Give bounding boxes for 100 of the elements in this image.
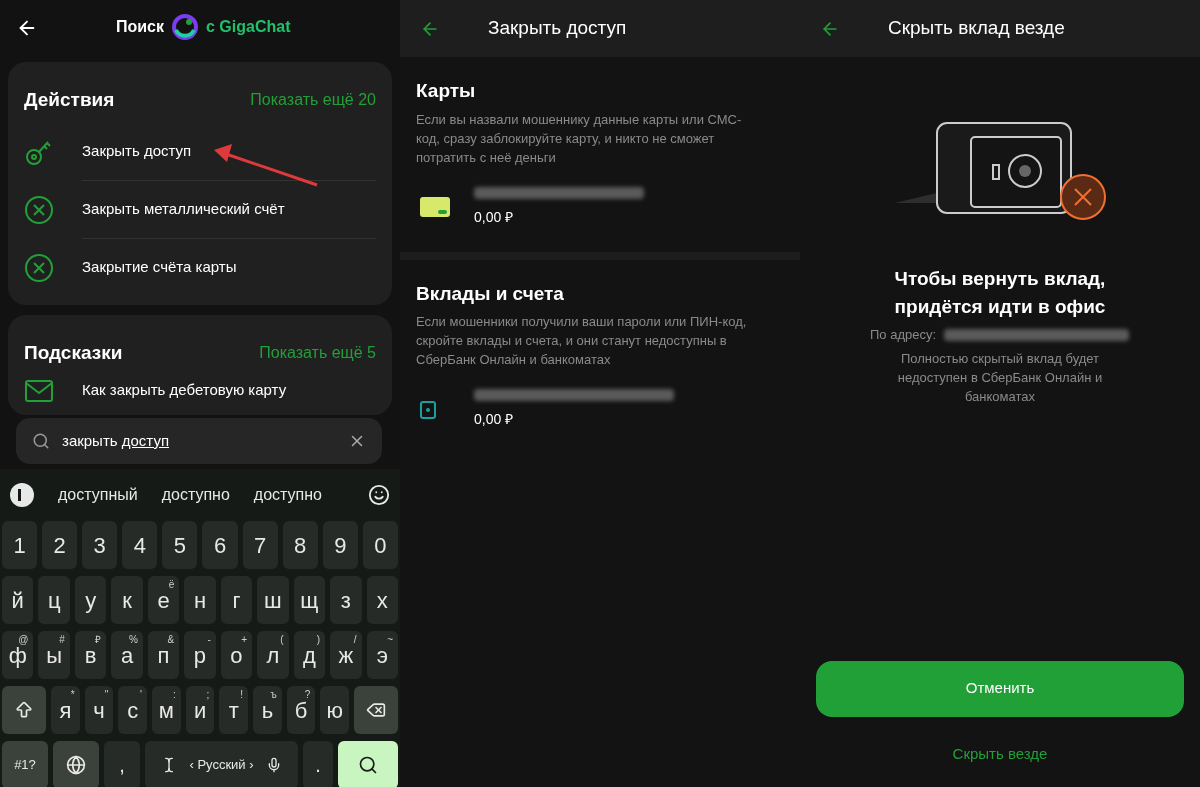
keyboard-key[interactable]: щ	[293, 576, 326, 624]
keyboard-key[interactable]: ю	[320, 686, 350, 734]
shift-icon	[14, 700, 34, 720]
comma-key[interactable]: ,	[104, 741, 140, 787]
key-hint: (	[280, 633, 284, 647]
word-suggestion[interactable]: доступно	[161, 483, 230, 507]
key-hint: ?	[304, 688, 311, 701]
emoji-icon[interactable]	[368, 484, 390, 506]
key-hint: /	[353, 633, 357, 647]
search-key[interactable]	[338, 741, 398, 787]
yandex-logo[interactable]	[10, 483, 34, 507]
keyboard-key[interactable]: ч "	[84, 686, 114, 734]
action-label: Закрытие счёта карты	[82, 257, 237, 278]
keyboard-key[interactable]: ф @	[2, 631, 34, 679]
close-circle-icon	[24, 194, 54, 225]
search-field[interactable]: закрыть доступ	[16, 418, 382, 464]
keyboard-key[interactable]: 8	[282, 521, 318, 569]
hide-everywhere-link[interactable]: Скрыть везде	[952, 742, 1048, 765]
account-item[interactable]: 0,00 ₽	[416, 186, 784, 228]
keyboard-key[interactable]: д )	[293, 631, 326, 679]
space-key[interactable]: ‹ Русский ›	[145, 741, 298, 787]
keyboard-key[interactable]: н	[184, 576, 216, 624]
action-label: Закрыть доступ	[82, 140, 192, 161]
keyboard-key[interactable]: ж /	[330, 631, 362, 679]
action-item[interactable]: Закрытие счёта карты	[24, 238, 376, 297]
keyboard-key[interactable]: м :	[152, 686, 181, 734]
keyboard-key[interactable]: о +	[220, 631, 253, 679]
keyboard-key[interactable]: ш	[257, 576, 289, 624]
key-hint: "	[104, 688, 109, 702]
key-hint: ъ	[270, 688, 277, 702]
keyboard-key[interactable]: ы #	[38, 631, 70, 679]
period-key[interactable]: .	[303, 741, 333, 787]
search-value: закрыть доступ	[62, 430, 170, 451]
keyboard-key[interactable]: р -	[184, 631, 216, 679]
keyboard-key[interactable]: 7	[242, 521, 278, 569]
keyboard-key[interactable]: к	[111, 576, 143, 624]
key-hint: '	[140, 688, 142, 702]
screen-title: Поиск	[116, 17, 164, 37]
address-label: По адресу:	[870, 326, 937, 344]
search-icon	[32, 432, 50, 450]
keyboard-key[interactable]: т !	[219, 686, 249, 734]
key-hint: ~	[387, 633, 393, 647]
section-title: Действия	[24, 88, 115, 112]
keyboard-key[interactable]: и ;	[185, 686, 215, 734]
keyboard-key[interactable]: 5	[162, 521, 198, 569]
key-hint: &	[167, 633, 175, 647]
account-balance: 0,00 ₽	[474, 410, 515, 429]
action-label: Закрыть металлический счёт	[82, 198, 285, 219]
account-item[interactable]: 0,00 ₽	[416, 389, 784, 430]
key-hint: @	[18, 633, 29, 647]
info-heading: Чтобы вернуть вклад, придётся идти в офис	[893, 267, 1107, 319]
keyboard-key[interactable]: 0	[362, 521, 398, 569]
keyboard-key[interactable]: 6	[202, 521, 238, 569]
backspace-key[interactable]	[354, 686, 399, 734]
keyboard-key[interactable]: я *	[51, 686, 80, 734]
key-hint: )	[316, 633, 321, 647]
action-item[interactable]: Закрыть металлический счёт	[24, 180, 376, 239]
keyboard-key[interactable]: 3	[82, 521, 118, 569]
show-more-link[interactable]: Показать ещё 20	[250, 88, 376, 113]
keyboard-key[interactable]: 9	[322, 521, 358, 569]
key-hint: ₽	[95, 633, 102, 647]
keyboard-key[interactable]: 2	[42, 521, 78, 569]
key-hint: :	[172, 688, 176, 702]
safe-icon	[420, 400, 436, 419]
keyboard-key[interactable]: л (	[257, 631, 289, 679]
keyboard-key[interactable]: а %	[111, 631, 143, 679]
logo-icon	[172, 14, 198, 40]
keyboard-key[interactable]: ц	[38, 576, 70, 624]
keyboard-key[interactable]: у	[74, 576, 107, 624]
shift-key[interactable]	[2, 686, 46, 734]
section-description: Если мошенники получили ваши пароли или ПИН-код, скройте вклады и счета, и они станут недоступны в СберБанк Онлайн и банкоматах	[416, 313, 748, 369]
key-hint: -	[207, 633, 211, 647]
card-icon	[420, 197, 450, 217]
screen-title: Закрыть доступ	[488, 16, 627, 41]
info-note: Полностью скрытый вклад будет недоступен в СберБанк Онлайн и банкоматах	[896, 349, 1104, 406]
screen-title: Скрыть вклад везде	[888, 16, 1065, 41]
action-item[interactable]: Как закрыть дебетовую карту	[24, 375, 376, 406]
keyboard-key[interactable]: з	[330, 576, 362, 624]
word-suggestion[interactable]: доступно	[253, 483, 322, 507]
keyboard-key[interactable]: б ?	[286, 686, 316, 734]
globe-icon	[66, 755, 86, 775]
keyboard-key[interactable]: ь ъ	[253, 686, 282, 734]
section-title: Вклады и счета	[416, 281, 565, 306]
keyboard-key[interactable]: х	[366, 576, 398, 624]
keyboard-key[interactable]: г	[220, 576, 253, 624]
keyboard-key[interactable]: э ~	[366, 631, 398, 679]
action-label: Как закрыть дебетовую карту	[82, 380, 287, 401]
keyboard-key[interactable]: 1	[2, 521, 38, 569]
show-more-link[interactable]: Показать ещё 5	[259, 341, 376, 366]
symbols-key[interactable]: #1?	[2, 741, 48, 787]
keyboard-key[interactable]: в ₽	[74, 631, 107, 679]
keyboard-key[interactable]: й	[2, 576, 34, 624]
keyboard-key[interactable]: с '	[118, 686, 147, 734]
key-hint: !	[240, 688, 244, 702]
section-title: Подсказки	[24, 341, 123, 365]
keyboard-key[interactable]: п &	[147, 631, 180, 679]
keyboard-key[interactable]: 4	[122, 521, 158, 569]
language-key[interactable]	[53, 741, 99, 787]
keyboard-key[interactable]: е ё	[147, 576, 180, 624]
word-suggestion[interactable]: доступный	[58, 483, 138, 507]
